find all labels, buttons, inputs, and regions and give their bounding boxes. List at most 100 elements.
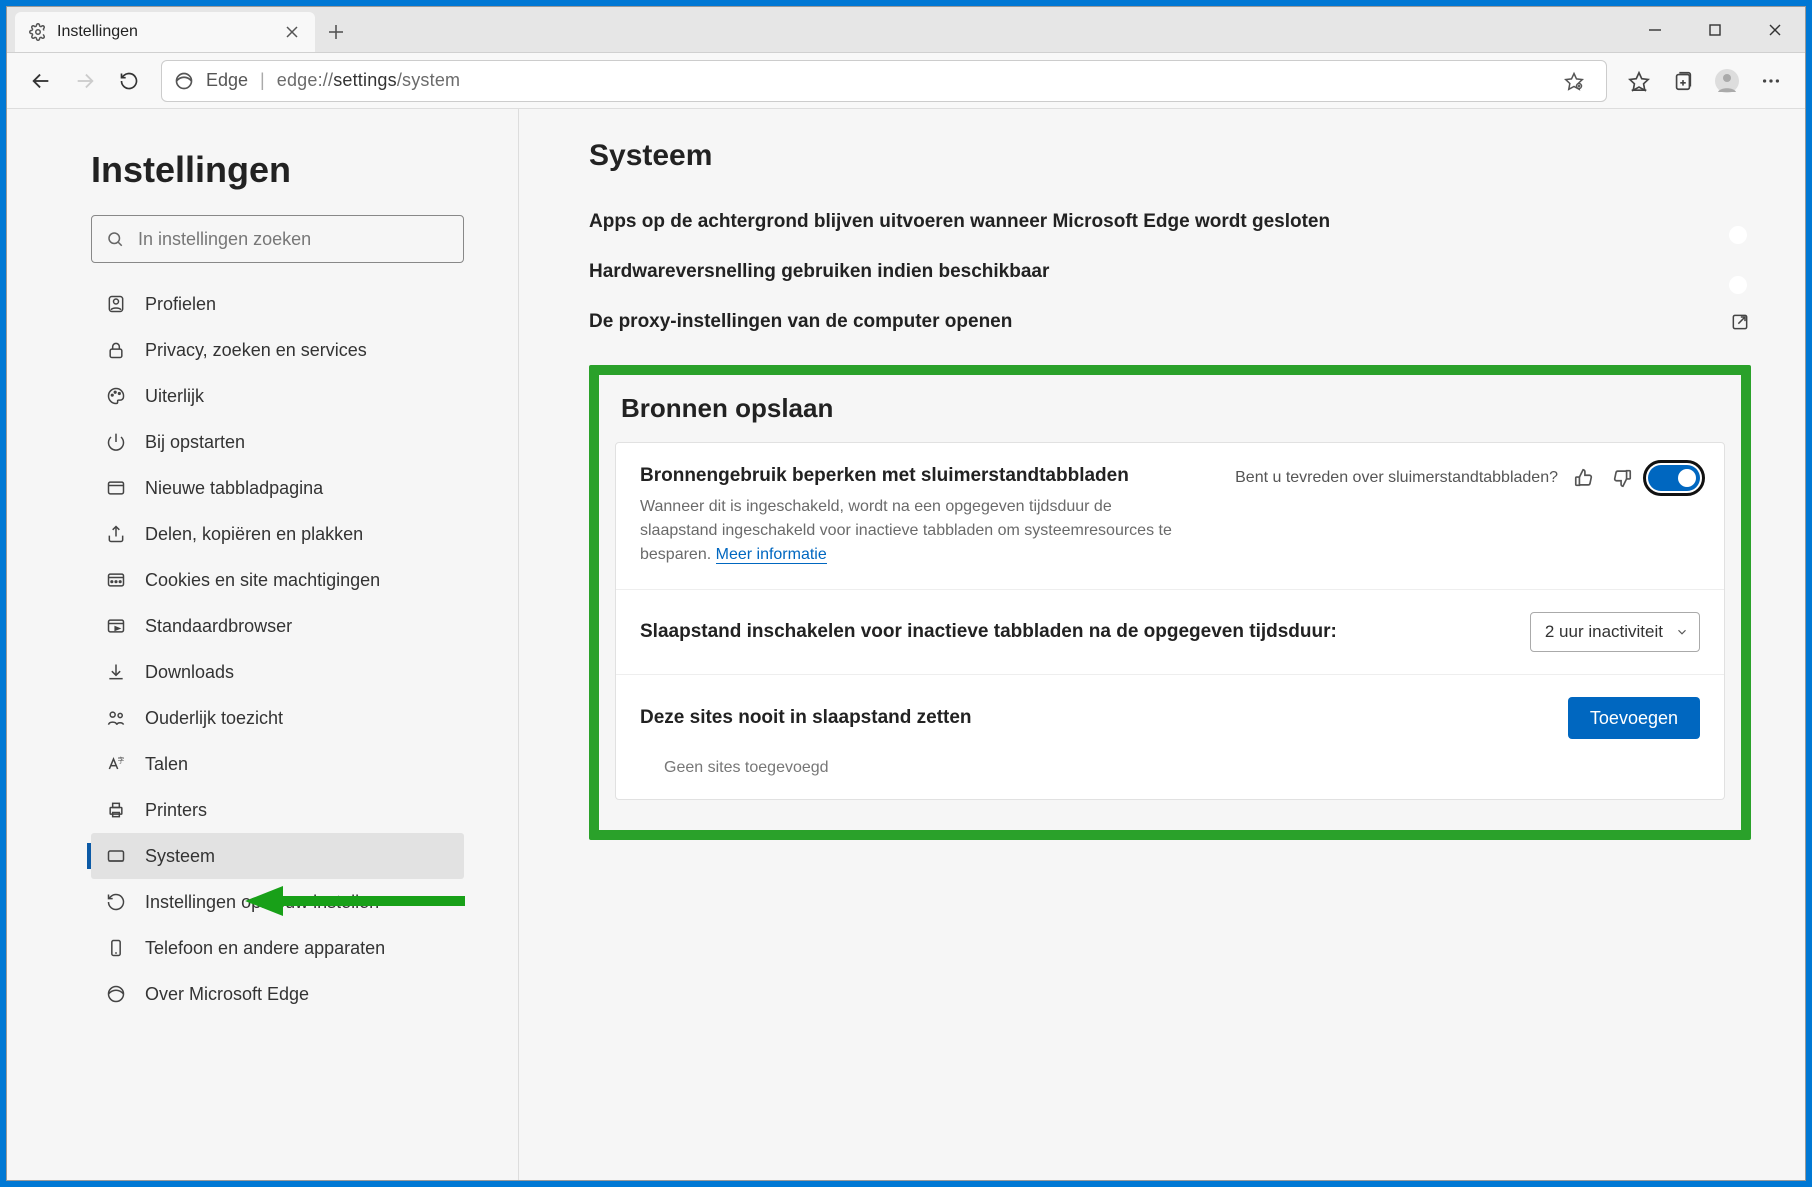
sidebar-item-system[interactable]: Systeem xyxy=(91,833,464,879)
setting-label: De proxy-instellingen van de computer op… xyxy=(589,311,1012,333)
sidebar-item-about[interactable]: Over Microsoft Edge xyxy=(91,971,464,1017)
browser-tab[interactable]: Instellingen xyxy=(15,12,315,52)
sidebar-item-newtab[interactable]: Nieuwe tabbladpagina xyxy=(91,465,464,511)
search-placeholder: In instellingen zoeken xyxy=(138,229,311,250)
favorites-icon[interactable] xyxy=(1619,61,1659,101)
timeout-value: 2 uur inactiviteit xyxy=(1545,622,1663,642)
edge-icon xyxy=(105,983,127,1005)
sidebar-item-label: Profielen xyxy=(145,294,216,315)
sleeping-tabs-title: Bronnengebruik beperken met sluimerstand… xyxy=(640,465,1180,487)
setting-label: Apps op de achtergrond blijven uitvoeren… xyxy=(589,211,1330,233)
address-brand: Edge xyxy=(206,70,248,91)
sidebar-item-share[interactable]: Delen, kopiëren en plakken xyxy=(91,511,464,557)
feedback-question: Bent u tevreden over sluimerstandtabblad… xyxy=(1235,469,1558,487)
sidebar-item-label: Privacy, zoeken en services xyxy=(145,340,367,361)
sidebar-item-label: Standaardbrowser xyxy=(145,616,292,637)
family-icon xyxy=(105,707,127,729)
languages-icon: 字 xyxy=(105,753,127,775)
minimize-button[interactable] xyxy=(1625,7,1685,53)
profile-avatar-icon[interactable] xyxy=(1707,61,1747,101)
address-separator: | xyxy=(260,70,265,91)
resources-highlight-box: Bronnen opslaan Bronnengebruik beperken … xyxy=(589,365,1751,840)
sidebar-item-label: Downloads xyxy=(145,662,234,683)
forward-button[interactable] xyxy=(65,61,105,101)
window-icon xyxy=(105,477,127,499)
sidebar-item-startup[interactable]: Bij opstarten xyxy=(91,419,464,465)
setting-background-apps: Apps op de achtergrond blijven uitvoeren… xyxy=(589,197,1751,247)
more-menu-icon[interactable] xyxy=(1751,61,1791,101)
close-window-button[interactable] xyxy=(1745,7,1805,53)
sidebar-item-label: Bij opstarten xyxy=(145,432,245,453)
address-bar[interactable]: Edge | edge://settings/system xyxy=(161,60,1607,102)
settings-main: Systeem Apps op de achtergrond blijven u… xyxy=(519,109,1805,1180)
sleeping-tabs-desc: Wanneer dit is ingeschakeld, wordt na ee… xyxy=(640,495,1180,567)
add-favorite-icon[interactable] xyxy=(1554,61,1594,101)
cookies-icon xyxy=(105,569,127,591)
close-tab-icon[interactable] xyxy=(283,23,301,41)
sidebar-item-label: Ouderlijk toezicht xyxy=(145,708,283,729)
sidebar-item-family[interactable]: Ouderlijk toezicht xyxy=(91,695,464,741)
sidebar-item-privacy[interactable]: Privacy, zoeken en services xyxy=(91,327,464,373)
sidebar-item-phone[interactable]: Telefoon en andere apparaten xyxy=(91,925,464,971)
setting-label: Hardwareversnelling gebruiken indien bes… xyxy=(589,261,1049,283)
sidebar-item-label: Systeem xyxy=(145,846,215,867)
titlebar: Instellingen xyxy=(7,7,1805,53)
sidebar-item-label: Uiterlijk xyxy=(145,386,204,407)
collections-icon[interactable] xyxy=(1663,61,1703,101)
sidebar-item-printers[interactable]: Printers xyxy=(91,787,464,833)
edge-logo-icon xyxy=(174,71,194,91)
sidebar-item-label: Talen xyxy=(145,754,188,775)
sidebar-item-languages[interactable]: 字 Talen xyxy=(91,741,464,787)
settings-nav: Profielen Privacy, zoeken en services Ui… xyxy=(91,281,464,1017)
settings-search-input[interactable]: In instellingen zoeken xyxy=(91,215,464,263)
sidebar-heading: Instellingen xyxy=(91,149,464,191)
tabstrip: Instellingen xyxy=(7,7,357,52)
thumbs-up-icon[interactable] xyxy=(1572,466,1596,490)
resources-heading: Bronnen opslaan xyxy=(621,393,1719,424)
toolbar: Edge | edge://settings/system xyxy=(7,53,1805,109)
never-sleep-label: Deze sites nooit in slaapstand zetten xyxy=(640,707,972,729)
sidebar-item-label: Telefoon en andere apparaten xyxy=(145,938,385,959)
maximize-button[interactable] xyxy=(1685,7,1745,53)
window-controls xyxy=(1625,7,1805,52)
back-button[interactable] xyxy=(21,61,61,101)
search-icon xyxy=(106,230,124,248)
setting-proxy[interactable]: De proxy-instellingen van de computer op… xyxy=(589,297,1751,347)
palette-icon xyxy=(105,385,127,407)
phone-icon xyxy=(105,937,127,959)
sidebar-item-label: Over Microsoft Edge xyxy=(145,984,309,1005)
add-site-button[interactable]: Toevoegen xyxy=(1568,697,1700,739)
download-icon xyxy=(105,661,127,683)
thumbs-down-icon[interactable] xyxy=(1610,466,1634,490)
sidebar-item-label: Nieuwe tabbladpagina xyxy=(145,478,323,499)
sidebar-item-default[interactable]: Standaardbrowser xyxy=(91,603,464,649)
sidebar-item-downloads[interactable]: Downloads xyxy=(91,649,464,695)
new-tab-button[interactable] xyxy=(315,12,357,52)
browser-icon xyxy=(105,615,127,637)
share-icon xyxy=(105,523,127,545)
gear-icon xyxy=(29,23,47,41)
toggle-sleeping-tabs[interactable] xyxy=(1648,465,1700,491)
sidebar-item-appearance[interactable]: Uiterlijk xyxy=(91,373,464,419)
refresh-button[interactable] xyxy=(109,61,149,101)
resources-card: Bronnengebruik beperken met sluimerstand… xyxy=(615,442,1725,800)
sidebar-item-label: Printers xyxy=(145,800,207,821)
sidebar-item-label: Instellingen opnieuw instellen xyxy=(145,892,379,913)
timeout-label: Slaapstand inschakelen voor inactieve ta… xyxy=(640,621,1337,643)
sidebar-item-label: Cookies en site machtigingen xyxy=(145,570,380,591)
profile-icon xyxy=(105,293,127,315)
settings-sidebar: Instellingen In instellingen zoeken Prof… xyxy=(7,109,519,1180)
timeout-select[interactable]: 2 uur inactiviteit xyxy=(1530,612,1700,652)
system-icon xyxy=(105,845,127,867)
open-external-icon xyxy=(1729,311,1751,333)
more-info-link[interactable]: Meer informatie xyxy=(716,546,827,564)
sidebar-item-reset[interactable]: Instellingen opnieuw instellen xyxy=(91,879,464,925)
sidebar-item-profiles[interactable]: Profielen xyxy=(91,281,464,327)
sidebar-item-cookies[interactable]: Cookies en site machtigingen xyxy=(91,557,464,603)
page-title: Systeem xyxy=(589,139,1751,173)
tab-title: Instellingen xyxy=(57,23,138,41)
sidebar-item-label: Delen, kopiëren en plakken xyxy=(145,524,363,545)
power-icon xyxy=(105,431,127,453)
reset-icon xyxy=(105,891,127,913)
lock-icon xyxy=(105,339,127,361)
